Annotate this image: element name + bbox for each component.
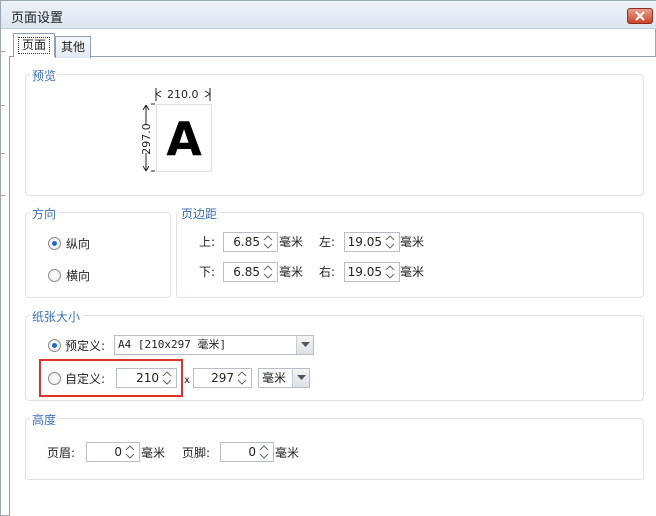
margin-right-spinner[interactable]: 19.05 — [344, 262, 400, 282]
margin-left-unit: 毫米 — [400, 235, 425, 249]
margin-left-value: 19.05 — [347, 235, 382, 249]
page-setup-dialog: 页面设置 页面 其他 预览 210.0 297.0 A 方向 纵向 横向 页边距… — [0, 0, 656, 516]
predefined-radio[interactable] — [48, 339, 61, 352]
custom-height-value: 297 — [211, 371, 234, 385]
window-title: 页面设置 — [11, 11, 64, 26]
header-height-spinner[interactable]: 0 — [86, 442, 140, 462]
margin-right-unit: 毫米 — [400, 265, 425, 279]
margin-right-label: 右: — [319, 265, 336, 279]
footer-height-value: 0 — [248, 445, 256, 459]
landscape-label[interactable]: 横向 — [66, 269, 90, 283]
spin-arrows-icon[interactable] — [383, 234, 397, 250]
portrait-radio[interactable] — [48, 237, 61, 250]
tab-page-label: 页面 — [17, 37, 50, 54]
preview-group-title: 预览 — [30, 67, 59, 84]
landscape-radio[interactable] — [48, 269, 61, 282]
footer-height-unit: 毫米 — [275, 446, 300, 460]
close-button[interactable] — [627, 8, 653, 24]
dropdown-button[interactable] — [296, 336, 313, 354]
custom-size-separator: x — [184, 375, 190, 386]
spin-arrows-icon[interactable] — [261, 264, 275, 280]
header-height-unit: 毫米 — [141, 446, 166, 460]
spin-arrows-icon[interactable] — [383, 264, 397, 280]
orientation-group — [25, 212, 171, 298]
background-edge — [1, 153, 5, 154]
highlight-box — [39, 359, 183, 397]
custom-unit-value: 毫米 — [262, 371, 287, 385]
spin-arrows-icon[interactable] — [261, 234, 275, 250]
close-icon — [635, 11, 645, 21]
background-edge — [1, 195, 5, 196]
tab-page[interactable]: 页面 — [13, 33, 55, 57]
background-edge — [1, 105, 5, 106]
spin-arrows-icon[interactable] — [257, 444, 271, 460]
margin-left-label: 左: — [319, 235, 336, 249]
margins-group — [176, 212, 644, 298]
footer-height-label: 页脚: — [182, 446, 211, 460]
margin-bottom-spinner[interactable]: 6.85 — [223, 262, 278, 282]
spin-arrows-icon[interactable] — [123, 444, 137, 460]
header-height-value: 0 — [114, 445, 122, 459]
footer-height-spinner[interactable]: 0 — [220, 442, 274, 462]
margin-top-label: 上: — [199, 235, 216, 249]
predefined-label[interactable]: 预定义: — [65, 339, 105, 353]
margin-top-spinner[interactable]: 6.85 — [223, 232, 278, 252]
preview-letter: A — [166, 112, 202, 166]
margin-bottom-value: 6.85 — [233, 265, 260, 279]
header-height-label: 页眉: — [47, 446, 76, 460]
tab-other[interactable]: 其他 — [55, 36, 91, 58]
background-edge — [1, 51, 5, 52]
chevron-down-icon — [297, 375, 306, 380]
custom-unit-select[interactable]: 毫米 — [258, 368, 310, 388]
chevron-down-icon — [301, 342, 310, 347]
orientation-group-title: 方向 — [30, 205, 59, 222]
margin-top-unit: 毫米 — [279, 235, 304, 249]
title-bar: 页面设置 — [1, 1, 656, 29]
preview-height-label: 297.0 — [140, 123, 153, 155]
dropdown-button[interactable] — [292, 369, 309, 387]
spin-arrows-icon[interactable] — [235, 370, 249, 386]
margin-bottom-unit: 毫米 — [279, 265, 304, 279]
margin-bottom-label: 下: — [199, 265, 216, 279]
preview-group — [25, 74, 644, 196]
margin-left-spinner[interactable]: 19.05 — [344, 232, 400, 252]
tab-other-label: 其他 — [60, 40, 85, 54]
predefined-size-value: A4 [210x297 毫米] — [118, 338, 227, 351]
custom-height-spinner[interactable]: 297 — [193, 368, 252, 388]
margin-right-value: 19.05 — [347, 265, 382, 279]
margin-top-value: 6.85 — [233, 235, 260, 249]
preview-width-label: 210.0 — [167, 88, 199, 101]
margins-group-title: 页边距 — [179, 205, 220, 222]
predefined-size-select[interactable]: A4 [210x297 毫米] — [114, 335, 314, 355]
height-group-title: 高度 — [30, 411, 59, 428]
paper-size-group-title: 纸张大小 — [30, 308, 83, 325]
portrait-label[interactable]: 纵向 — [66, 237, 90, 251]
